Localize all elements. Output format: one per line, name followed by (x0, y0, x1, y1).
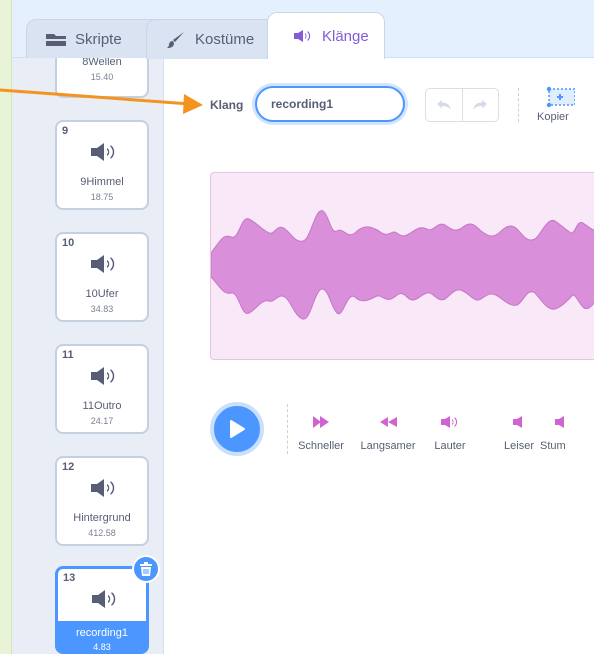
effect-label: Lauter (434, 440, 466, 452)
redo-button[interactable] (461, 89, 499, 121)
speaker-icon (292, 28, 314, 44)
effect-label: Schneller (298, 440, 344, 452)
tab-label: Kostüme (195, 31, 255, 48)
sound-tile-11outro[interactable]: 11 11Outro 24.17 (55, 344, 149, 434)
effect-label: Stum (540, 440, 566, 452)
undo-redo-group (425, 88, 499, 122)
play-button[interactable] (210, 402, 264, 456)
faster-button[interactable]: Schneller (291, 412, 351, 456)
mute-button[interactable]: Stum (540, 412, 594, 456)
sound-name-input[interactable] (255, 86, 405, 122)
speaker-icon (91, 255, 115, 273)
louder-button[interactable]: Lauter (427, 412, 473, 456)
softer-button[interactable]: Leiser (499, 412, 539, 456)
undo-icon (436, 100, 451, 110)
trash-icon (140, 562, 152, 576)
delete-sound-button[interactable] (132, 555, 160, 583)
tab-skripte[interactable]: Skripte (26, 19, 166, 59)
sound-editor: Klang Kopier (165, 58, 594, 654)
sound-tile-9himmel[interactable]: 9 9Himmel 18.75 (55, 120, 149, 210)
tab-bar: Skripte Kostüme Klänge (12, 0, 594, 59)
sound-duration: 24.17 (90, 416, 114, 426)
speaker-icon (92, 590, 116, 608)
tab-label: Klänge (322, 27, 369, 45)
sound-name: 9Himmel (80, 176, 124, 188)
stage-edge (0, 0, 12, 654)
effects-separator (287, 404, 288, 454)
slower-icon (380, 417, 397, 427)
faster-icon (313, 416, 329, 428)
redo-icon (473, 100, 488, 110)
copy-icon (546, 86, 575, 108)
sound-name: 8Wellen (82, 58, 122, 68)
sound-duration: 18.75 (90, 192, 114, 202)
brush-icon (165, 31, 187, 48)
tab-kostueme[interactable]: Kostüme (146, 19, 286, 59)
sound-number: 12 (62, 461, 75, 473)
sound-duration: 412.58 (88, 528, 116, 538)
code-icon (45, 32, 67, 48)
sound-tile-8wellen[interactable]: 8Wellen 15.40 (55, 58, 149, 98)
copy-button[interactable]: Kopier (537, 86, 587, 126)
louder-icon (441, 416, 458, 428)
sound-name: Hintergrund (73, 512, 131, 524)
sound-duration: 34.83 (90, 304, 114, 314)
sound-name: 11Outro (82, 400, 122, 412)
sound-number: 9 (62, 125, 69, 137)
effect-label: Langsamer (360, 440, 416, 452)
sound-tile-10ufer[interactable]: 10 10Ufer 34.83 (55, 232, 149, 322)
sound-name: 10Ufer (85, 288, 119, 300)
speaker-icon (91, 479, 115, 497)
sound-name-label: Klang (210, 98, 244, 112)
waveform (211, 210, 594, 320)
sound-name: recording1 (76, 627, 128, 639)
sound-number: 10 (62, 237, 75, 249)
tab-klaenge[interactable]: Klänge (267, 12, 385, 59)
sound-number: 11 (62, 349, 74, 361)
toolbar-separator (518, 88, 519, 122)
speaker-icon (91, 367, 115, 385)
sound-number: 13 (63, 572, 76, 584)
speaker-icon (91, 143, 115, 161)
sound-tile-hintergrund[interactable]: 12 Hintergrund 412.58 (55, 456, 149, 546)
sound-duration: 15.40 (90, 72, 114, 82)
sound-tile-recording1[interactable]: 13 recording1 4.83 (55, 555, 160, 654)
copy-label: Kopier (537, 111, 569, 123)
effect-label: Leiser (504, 440, 534, 452)
sound-list: 8Wellen 15.40 9 9Himmel 18.75 10 10Ufer … (12, 58, 164, 654)
mute-icon (555, 416, 564, 428)
sound-duration: 4.83 (93, 642, 111, 652)
undo-button[interactable] (426, 89, 462, 121)
softer-icon (513, 416, 522, 428)
tab-label: Skripte (75, 31, 122, 48)
waveform-display[interactable] (210, 172, 594, 360)
scratch-editor: Skripte Kostüme Klänge 8Wellen 15.40 9 9… (0, 0, 594, 654)
play-icon (230, 420, 245, 438)
slower-button[interactable]: Langsamer (355, 412, 421, 456)
